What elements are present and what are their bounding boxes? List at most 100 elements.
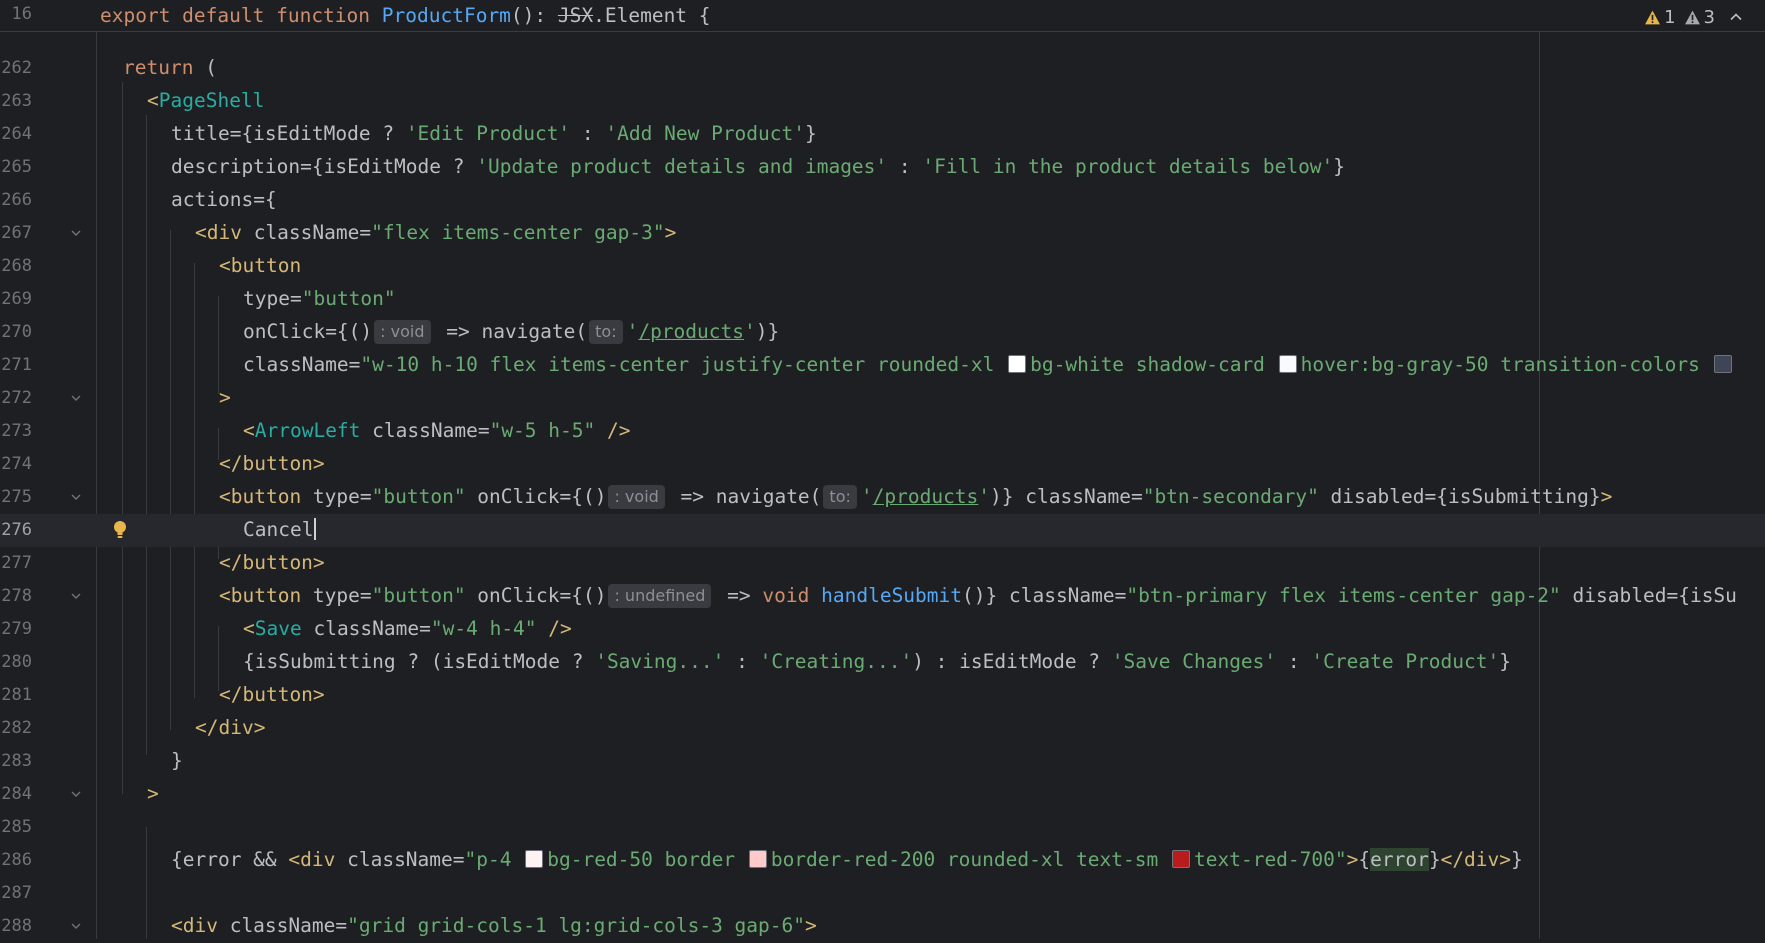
string-literal: text-red-700" <box>1194 848 1347 871</box>
fold-icon[interactable] <box>69 391 83 405</box>
keyword: void <box>762 584 810 607</box>
code-punct: = <box>348 353 361 376</box>
string-literal: "flex items-center gap-3" <box>371 221 665 244</box>
code-text: {isSubmitting ? (isEditMode ? 'Saving...… <box>243 650 1511 673</box>
code-line[interactable]: 275 <button type="button" onClick={(): v… <box>0 481 1765 514</box>
component-name[interactable]: ArrowLeft <box>255 419 361 442</box>
line-number: 265 <box>1 157 32 177</box>
attribute-name: className <box>243 353 349 376</box>
string-literal: 'Fill in the product details below' <box>922 155 1334 178</box>
sticky-scope-header[interactable]: 16 export default function ProductForm()… <box>0 0 1765 32</box>
code-line[interactable]: 266 actions={ <box>0 184 1765 217</box>
code-line[interactable]: 283 } <box>0 745 1765 778</box>
code-line[interactable]: 288 <div className="grid grid-cols-1 lg:… <box>0 910 1765 943</box>
code-line[interactable]: 277 </button> <box>0 547 1765 580</box>
line-number: 284 <box>1 784 32 804</box>
warning-count: 1 <box>1664 6 1676 28</box>
code-text: <Save className="w-4 h-4" /> <box>243 617 572 640</box>
string-literal: "p-4 <box>464 848 524 871</box>
fold-icon[interactable] <box>69 490 83 504</box>
bulb-icon[interactable] <box>112 520 128 540</box>
color-swatch[interactable] <box>1008 355 1027 373</box>
code-line[interactable]: 268 <button <box>0 250 1765 283</box>
code-line[interactable]: 262 return ( <box>0 52 1765 85</box>
attribute-name: className <box>347 848 453 871</box>
route-link[interactable]: /products <box>873 485 979 508</box>
code-line[interactable]: 287 <box>0 877 1765 910</box>
code-punct: = <box>1114 584 1127 607</box>
tag-bracket: > <box>1600 485 1613 508</box>
current-code-line[interactable]: 276 Cancel <box>0 514 1765 547</box>
string-literal: "btn-secondary" <box>1142 485 1319 508</box>
code-line[interactable]: 286 {error && <div className="p-4 bg-red… <box>0 844 1765 877</box>
color-swatch[interactable] <box>748 850 767 868</box>
tag-name: <button <box>219 254 302 277</box>
string-literal: "button" <box>371 584 466 607</box>
code-line[interactable]: 273 <ArrowLeft className="w-5 h-5" /> <box>0 415 1765 448</box>
attribute-name: className <box>229 914 336 937</box>
attribute-name: type <box>312 584 360 607</box>
tag-name: <div <box>195 221 254 244</box>
string-literal: 'Save Changes' <box>1111 650 1277 673</box>
code-line[interactable]: 281 </button> <box>0 679 1765 712</box>
deprecated-type[interactable]: JSX <box>558 4 593 27</box>
tag-bracket: > <box>805 914 817 937</box>
chevron-up-icon[interactable] <box>1729 10 1743 24</box>
parameter-hint: to: <box>823 485 857 509</box>
color-swatch[interactable] <box>1713 355 1732 373</box>
attribute-name: disabled <box>1318 485 1425 508</box>
tag-name: <div <box>288 848 348 871</box>
code-line[interactable]: 282 </div> <box>0 712 1765 745</box>
code-line[interactable]: 280 {isSubmitting ? (isEditMode ? 'Savin… <box>0 646 1765 679</box>
code-line[interactable]: 278 <button type="button" onClick={(): u… <box>0 580 1765 613</box>
line-number: 271 <box>1 355 32 375</box>
function-name[interactable]: ProductForm <box>382 4 511 27</box>
code-line[interactable]: 264 title={isEditMode ? 'Edit Product' :… <box>0 118 1765 151</box>
code-line[interactable]: 263 <PageShell <box>0 85 1765 118</box>
type-hint: : void <box>374 320 431 344</box>
line-number: 281 <box>1 685 32 705</box>
color-swatch[interactable] <box>525 850 544 868</box>
string-literal: 'Update product details and images' <box>476 155 888 178</box>
function-call[interactable]: handleSubmit <box>821 584 962 607</box>
code-line[interactable]: 265 description={isEditMode ? 'Update pr… <box>0 151 1765 184</box>
fold-icon[interactable] <box>69 919 83 933</box>
code-line[interactable]: 279 <Save className="w-4 h-4" /> <box>0 613 1765 646</box>
tag-bracket: < <box>147 89 159 112</box>
code-punct: ={isEditMode ? <box>300 155 477 178</box>
weak-warning-indicator[interactable]: 3 <box>1684 7 1715 28</box>
code-line[interactable]: 285 <box>0 811 1765 844</box>
code-punct: } <box>1511 848 1523 871</box>
code-line[interactable]: 274 </button> <box>0 448 1765 481</box>
highlighted-reference[interactable]: error <box>1370 848 1429 871</box>
code-line[interactable]: 271 className="w-10 h-10 flex items-cent… <box>0 349 1765 382</box>
route-link[interactable]: /products <box>638 320 744 343</box>
string-literal: bg-white shadow-card <box>1030 353 1277 376</box>
line-number: 262 <box>1 58 32 78</box>
fold-icon[interactable] <box>69 787 83 801</box>
string-literal: 'Create Product' <box>1311 650 1500 673</box>
code-text: </div> <box>195 716 265 739</box>
code-line[interactable]: 267 <div className="flex items-center ga… <box>0 217 1765 250</box>
component-name[interactable]: Save <box>255 617 302 640</box>
code-text: return ( <box>123 56 217 79</box>
code-punct: = <box>1130 485 1143 508</box>
string-literal: 'Edit Product' <box>405 122 571 145</box>
color-swatch[interactable] <box>1278 355 1297 373</box>
color-swatch[interactable] <box>1172 850 1190 868</box>
code-text: </button> <box>219 551 325 574</box>
warning-indicator[interactable]: 1 <box>1644 6 1676 28</box>
component-name[interactable]: PageShell <box>159 89 265 112</box>
line-number: 274 <box>1 454 32 474</box>
code-line[interactable]: 284 > <box>0 778 1765 811</box>
code-line[interactable]: 272 > <box>0 382 1765 415</box>
problems-widget[interactable]: 1 3 <box>1644 6 1743 28</box>
code-line[interactable]: 270 onClick={(): void => navigate(to: '/p… <box>0 316 1765 349</box>
string-literal: "button" <box>301 287 396 310</box>
code-punct: => <box>715 584 763 607</box>
code-punct: } <box>171 749 183 772</box>
code-line[interactable]: 269 type="button" <box>0 283 1765 316</box>
line-number: 267 <box>1 223 32 243</box>
fold-icon[interactable] <box>69 589 83 603</box>
fold-icon[interactable] <box>69 226 83 240</box>
